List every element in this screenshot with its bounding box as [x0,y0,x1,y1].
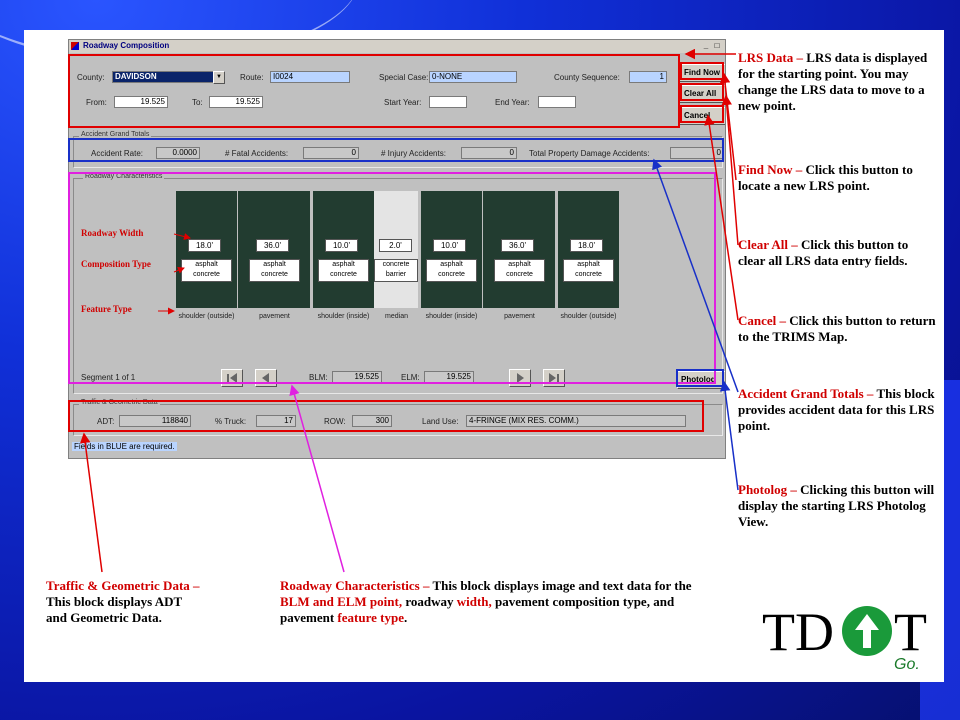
callout-cancel: Cancel – Click this button to return to … [738,313,938,345]
callout-roadway-text-4: width, [456,594,492,609]
width-pointer [173,233,191,240]
slide-canvas: Roadway Composition _ □ County: DAVIDSON… [24,30,944,682]
callout-accident-heading: Accident Grand Totals – [738,386,874,401]
callout-roadway-text-2: BLM and ELM point, [280,594,403,609]
accident-arrow [652,158,739,393]
tdot-logo: TD T Go. [762,604,932,674]
callout-accident: Accident Grand Totals – This block provi… [738,386,938,434]
callout-traffic-body: This block displays ADT and Geometric Da… [46,594,182,625]
callout-roadway-text-3: roadway [405,594,454,609]
logo-circle [842,606,892,656]
callout-photolog-heading: Photolog – [738,482,797,497]
logo-text-left: TD [762,602,834,662]
find-now-arrow [719,72,737,181]
callout-roadway-text-7: feature type [337,610,404,625]
callout-roadway-text-5: pavement composition type, [495,594,650,609]
callout-cancel-heading: Cancel – [738,313,787,328]
cancel-arrow [704,114,739,321]
callout-lrs-heading: LRS Data – [738,50,804,65]
logo-text-right: T [894,602,927,662]
traffic-arrow [79,432,103,573]
roadway-arrow [289,384,345,573]
callout-traffic: Traffic & Geometric Data – This block di… [46,578,206,626]
callout-lrs: LRS Data – LRS data is displayed for the… [738,50,938,114]
callout-photolog: Photolog – Clicking this button will dis… [738,482,938,530]
clear-all-arrow [721,94,739,246]
callout-roadway-text-1: This block displays image and text data … [432,578,692,593]
callout-find-now: Find Now – Click this button to locate a… [738,162,938,194]
callout-traffic-heading: Traffic & Geometric Data – [46,578,200,593]
photolog-arrow [719,380,739,491]
callout-clear-all: Clear All – Click this button to clear a… [738,237,938,269]
callout-clear-all-heading: Clear All – [738,237,798,252]
composition-pointer [173,266,185,274]
logo-tagline: Go. [894,656,920,673]
callout-roadway-text-8: . [403,610,408,625]
up-arrow-icon [855,614,879,648]
callout-roadway-heading: Roadway Characteristics – [280,578,430,593]
callout-roadway: Roadway Characteristics – This block dis… [280,578,720,626]
callout-find-now-heading: Find Now – [738,162,803,177]
